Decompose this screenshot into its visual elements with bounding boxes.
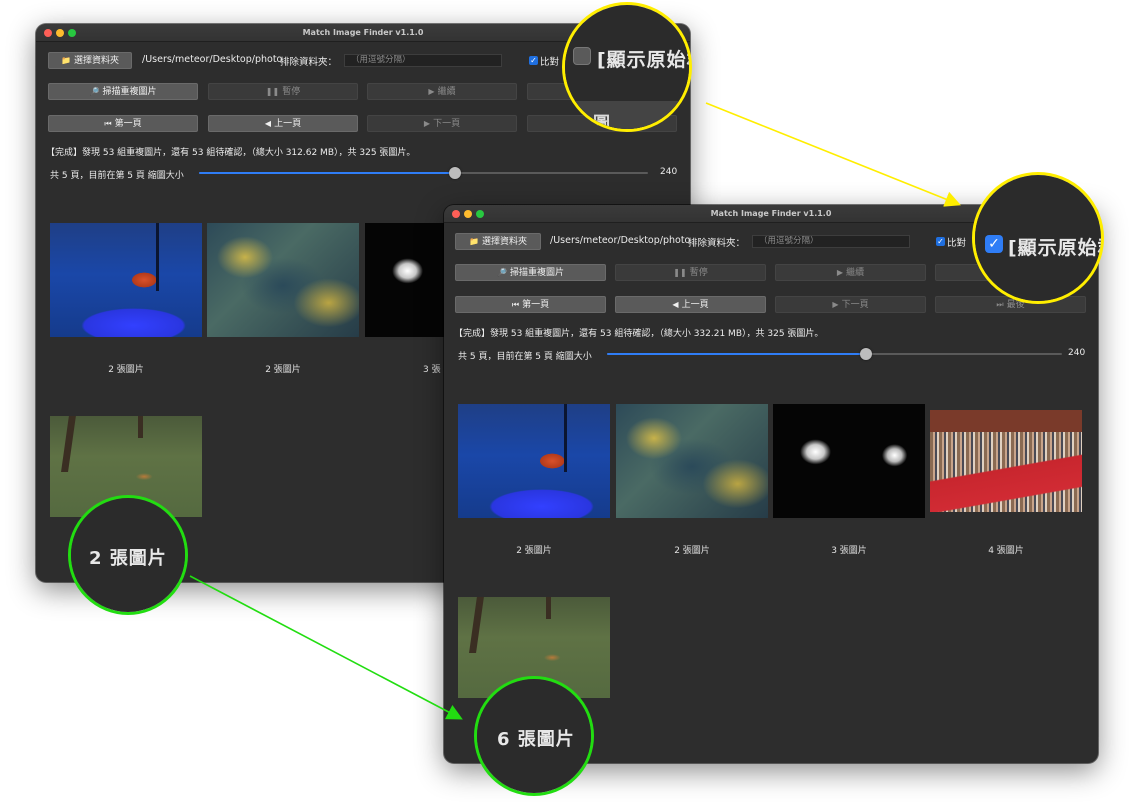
exclude-input[interactable]: （用逗號分隔）	[752, 235, 910, 248]
next-page-button[interactable]: ▶ 下一頁	[775, 296, 926, 313]
slider-fill	[607, 353, 867, 355]
slider-value: 240	[660, 167, 678, 177]
show-original-label: [顯示原始群	[597, 49, 689, 71]
thumbnail-size-slider[interactable]	[199, 167, 648, 179]
group-caption: 2 張圖片	[265, 365, 301, 375]
group-thumbnail-fish[interactable]	[50, 223, 202, 337]
close-window-button[interactable]	[44, 29, 52, 37]
folder-icon: 📁	[61, 56, 71, 65]
callout-count-after: 6 張圖片	[474, 676, 594, 796]
callout-show-original-before: [顯示原始群 圖	[562, 2, 692, 132]
minimize-window-button[interactable]	[56, 29, 64, 37]
compare-checkbox[interactable]: ✓	[936, 237, 945, 246]
image-count-label: 6 張圖片	[497, 729, 575, 750]
group-thumbnail-fish[interactable]	[458, 404, 610, 518]
pause-button[interactable]: ❚❚ 暫停	[208, 83, 358, 100]
skip-first-icon: ⏮	[511, 300, 520, 309]
group-thumbnail-water[interactable]	[207, 223, 359, 337]
zoomed-button	[565, 101, 685, 129]
triangle-left-icon: ◀	[672, 300, 679, 309]
prev-page-button[interactable]: ◀ 上一頁	[615, 296, 766, 313]
resume-button[interactable]: ▶ 繼續	[367, 83, 517, 100]
folder-icon: 📁	[469, 237, 479, 246]
pause-icon: ❚❚	[265, 87, 280, 96]
group-thumbnail-crowd[interactable]	[930, 410, 1082, 512]
pager-text: 共 5 頁，目前在第 5 頁 縮圖大小	[50, 171, 184, 181]
choose-folder-button[interactable]: 📁 選擇資料夾	[455, 233, 541, 250]
green-arrow	[189, 575, 463, 720]
zoom-window-button[interactable]	[476, 210, 484, 218]
close-window-button[interactable]	[452, 210, 460, 218]
image-count-label: 2 張圖片	[89, 548, 167, 569]
pause-button[interactable]: ❚❚ 暫停	[615, 264, 766, 281]
show-original-label: [顯示原始群	[1008, 237, 1101, 259]
next-page-button[interactable]: ▶ 下一頁	[367, 115, 517, 132]
exclude-label: 排除資料夾：	[688, 238, 746, 249]
magnifier-icon: 🔎	[497, 268, 507, 277]
status-text: 【完成】發現 53 組重複圖片，還有 53 組待確認，（總大小 312.62 M…	[46, 148, 416, 158]
group-caption: 3 張	[423, 365, 441, 375]
resume-button[interactable]: ▶ 繼續	[775, 264, 926, 281]
zoom-window-button[interactable]	[68, 29, 76, 37]
pager-text: 共 5 頁，目前在第 5 頁 縮圖大小	[458, 352, 592, 362]
compare-label: 比對	[947, 238, 967, 249]
prev-page-button[interactable]: ◀ 上一頁	[208, 115, 358, 132]
scan-duplicates-button[interactable]: 🔎 掃描重複圖片	[455, 264, 606, 281]
triangle-right-icon: ▶	[423, 119, 431, 128]
thumbnail-size-slider[interactable]	[607, 348, 1062, 360]
slider-knob[interactable]	[860, 348, 873, 360]
group-caption: 2 張圖片	[108, 365, 144, 375]
compare-checkbox[interactable]: ✓	[529, 56, 538, 65]
callout-show-original-after: ✓ [顯示原始群	[972, 172, 1104, 304]
group-caption: 2 張圖片	[674, 546, 710, 556]
window-title: Match Image Finder v1.1.0	[302, 28, 424, 37]
group-caption: 2 張圖片	[516, 546, 552, 556]
group-thumbnail-water[interactable]	[616, 404, 768, 518]
magnifier-icon: 🔎	[89, 87, 100, 96]
play-icon: ▶	[836, 268, 844, 277]
slider-value: 240	[1068, 348, 1086, 358]
folder-path: /Users/meteor/Desktop/photo	[142, 54, 283, 65]
exclude-input[interactable]: （用逗號分隔）	[344, 54, 502, 67]
skip-last-icon: ⏭	[996, 300, 1004, 309]
zoomed-button-fragment: 圖	[593, 114, 611, 132]
pause-icon: ❚❚	[673, 268, 687, 277]
group-caption: 4 張圖片	[988, 546, 1024, 556]
first-page-button[interactable]: ⏮ 第一頁	[455, 296, 606, 313]
group-thumbnail-sparkle[interactable]	[773, 404, 925, 518]
yellow-arrow	[705, 102, 961, 207]
slider-fill	[199, 172, 455, 174]
show-original-checkbox-unchecked[interactable]	[573, 47, 591, 65]
status-text: 【完成】發現 53 組重複圖片，還有 53 組待確認，（總大小 332.21 M…	[454, 329, 824, 339]
minimize-window-button[interactable]	[464, 210, 472, 218]
skip-first-icon: ⏮	[104, 119, 112, 128]
show-original-checkbox-checked[interactable]: ✓	[985, 235, 1003, 253]
slider-knob[interactable]	[448, 167, 461, 179]
group-caption: 3 張圖片	[831, 546, 867, 556]
choose-folder-button[interactable]: 📁 選擇資料夾	[48, 52, 132, 69]
first-page-button[interactable]: ⏮ 第一頁	[48, 115, 198, 132]
compare-label: 比對	[540, 57, 560, 68]
exclude-label: 排除資料夾：	[280, 57, 338, 68]
window-title: Match Image Finder v1.1.0	[710, 209, 832, 218]
scan-duplicates-button[interactable]: 🔎 掃描重複圖片	[48, 83, 198, 100]
triangle-left-icon: ◀	[264, 119, 272, 128]
folder-path: /Users/meteor/Desktop/photo	[550, 235, 691, 246]
callout-count-before: 2 張圖片	[68, 495, 188, 615]
triangle-right-icon: ▶	[832, 300, 839, 309]
play-icon: ▶	[428, 87, 435, 96]
